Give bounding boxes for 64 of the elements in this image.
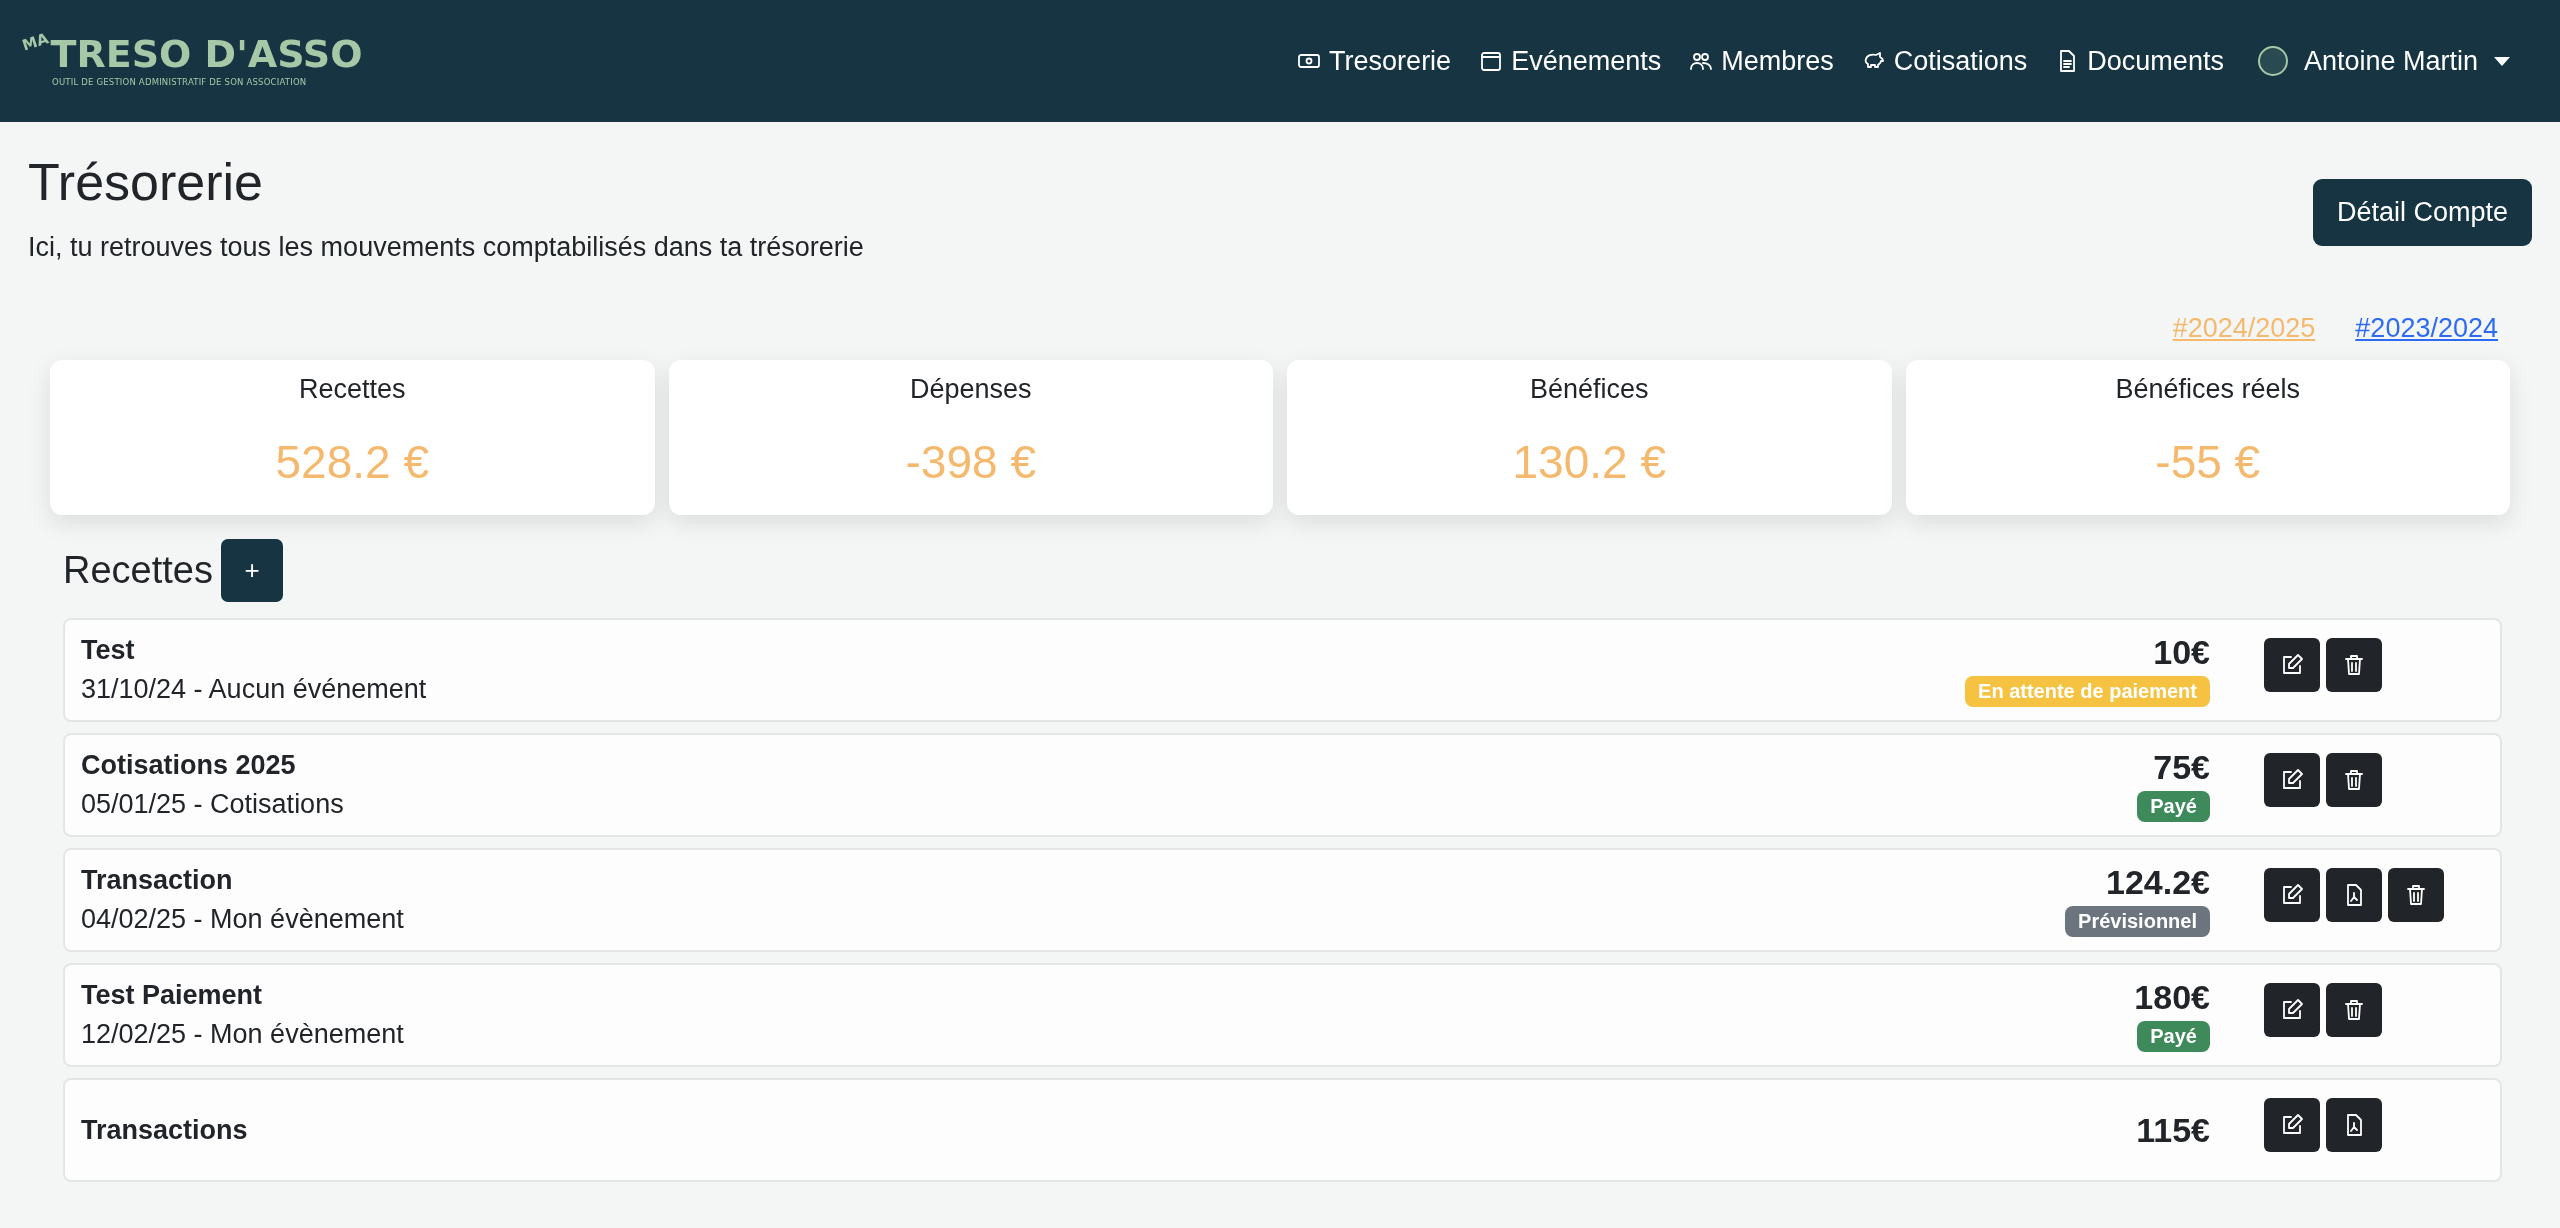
calendar-icon xyxy=(1479,49,1504,73)
stat-label: Bénéfices réels xyxy=(2115,374,2301,405)
status-badge: Payé xyxy=(2137,791,2210,822)
user-menu[interactable]: Antoine Martin xyxy=(2257,45,2510,77)
edit-icon xyxy=(2280,653,2304,677)
edit-icon xyxy=(2280,768,2304,792)
transaction-amount: 124.2€ xyxy=(2106,863,2210,902)
add-button[interactable]: + xyxy=(220,539,283,602)
status-badge: En attente de paiement xyxy=(1965,676,2210,707)
edit-icon xyxy=(2280,1113,2304,1137)
transaction-amount: 115€ xyxy=(2136,1110,2210,1150)
transaction-title: Cotisations 2025 xyxy=(81,750,297,781)
pdf-button[interactable] xyxy=(2326,1098,2382,1152)
transaction-subtitle: 04/02/25 - Mon évènement xyxy=(81,904,405,935)
stat-label: Bénéfices xyxy=(1529,374,1649,405)
transaction-amount: 180€ xyxy=(2134,978,2210,1017)
delete-button[interactable] xyxy=(2326,638,2382,692)
page-title: Trésorerie xyxy=(28,152,264,212)
nav-link[interactable]: Documents xyxy=(2055,45,2224,77)
nav-link[interactable]: Evénements xyxy=(1479,45,1662,77)
stat-value: -398 € xyxy=(905,435,1036,489)
trash-icon xyxy=(2342,768,2366,792)
stat-value: 528.2 € xyxy=(275,435,429,489)
edit-button[interactable] xyxy=(2264,1098,2320,1152)
edit-button[interactable] xyxy=(2264,983,2320,1037)
transaction-title: Transactions xyxy=(81,1114,249,1146)
trash-icon xyxy=(2342,653,2366,677)
stat-value: -55 € xyxy=(2155,435,2261,489)
edit-button[interactable] xyxy=(2264,868,2320,922)
stat-label: Dépenses xyxy=(909,374,1032,405)
transaction-title: Transaction xyxy=(81,865,234,896)
edit-button[interactable] xyxy=(2264,638,2320,692)
transaction-amount: 10€ xyxy=(2153,633,2210,672)
section-title: Recettes xyxy=(63,549,213,592)
pdf-button[interactable] xyxy=(2326,868,2382,922)
transaction-title: Test xyxy=(81,635,136,666)
page-subtitle: Ici, tu retrouves tous les mouvements comptabilisés dans ta trésorerie xyxy=(28,232,864,263)
year-link[interactable]: #2023/2024 xyxy=(2355,313,2498,344)
logo-tagline: OUTIL DE GESTION ADMINISTRATIF DE SON ASSOCIATION xyxy=(52,77,308,87)
transaction-amount: 75€ xyxy=(2153,748,2210,787)
nav-link[interactable]: Tresorerie xyxy=(1297,45,1452,77)
status-badge: Prévisionnel xyxy=(2065,906,2210,937)
logo-text[interactable]: TRESO D'ASSO xyxy=(50,35,363,73)
delete-button[interactable] xyxy=(2388,868,2444,922)
avatar-icon xyxy=(2257,46,2288,76)
delete-button[interactable] xyxy=(2326,983,2382,1037)
status-badge: Payé xyxy=(2137,1021,2210,1052)
stat-value: 130.2 € xyxy=(1512,435,1666,489)
transaction-subtitle: 12/02/25 - Mon évènement xyxy=(81,1019,405,1050)
edit-button[interactable] xyxy=(2264,753,2320,807)
delete-button[interactable] xyxy=(2326,753,2382,807)
trash-icon xyxy=(2342,998,2366,1022)
caret-icon xyxy=(2494,56,2510,66)
stat-label: Recettes xyxy=(298,374,406,405)
nav-link[interactable]: Membres xyxy=(1689,45,1834,77)
account-detail-button[interactable]: Détail Compte xyxy=(2312,179,2532,246)
transaction-subtitle: 05/01/25 - Cotisations xyxy=(81,789,345,820)
transaction-title: Test Paiement xyxy=(81,980,264,1011)
edit-icon xyxy=(2280,883,2304,907)
trash-icon xyxy=(2404,883,2428,907)
edit-icon xyxy=(2280,998,2304,1022)
nav-link[interactable]: Cotisations xyxy=(1861,45,2028,77)
logo-prefix: MA xyxy=(19,29,51,55)
transaction-subtitle: 31/10/24 - Aucun événement xyxy=(81,674,428,705)
